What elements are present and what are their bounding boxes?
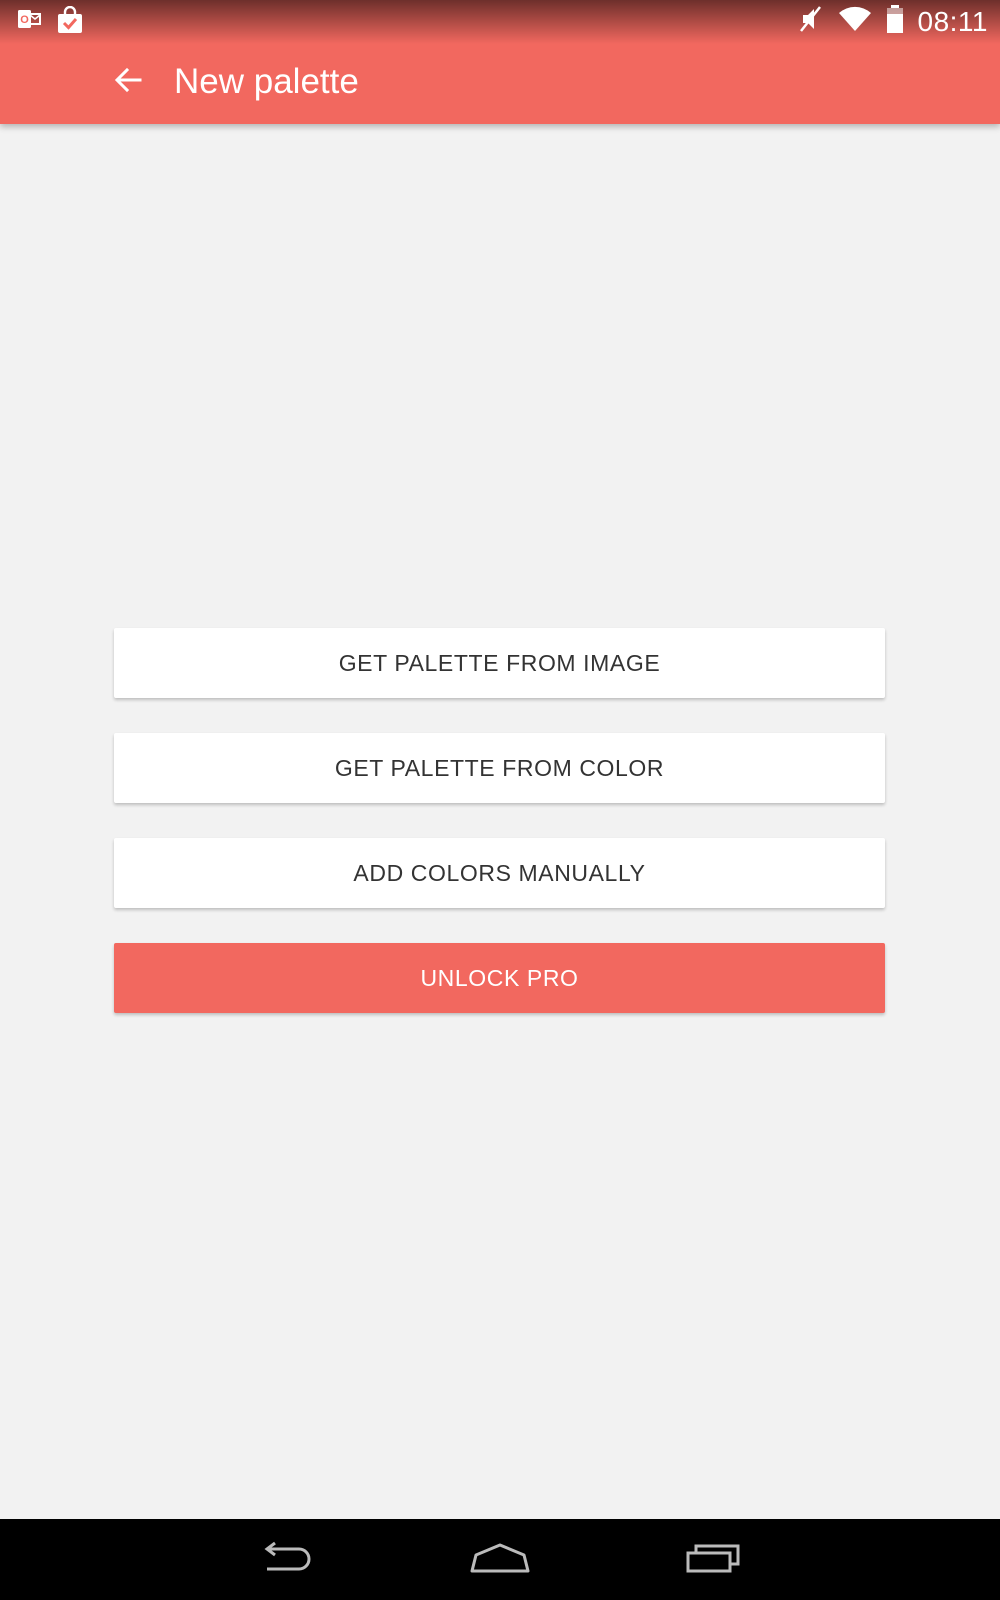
page-title: New palette bbox=[174, 62, 359, 101]
home-nav-icon bbox=[468, 1541, 532, 1580]
back-nav-icon bbox=[255, 1541, 317, 1580]
arrow-back-icon bbox=[112, 64, 144, 101]
get-palette-from-color-button[interactable]: GET PALETTE FROM COLOR bbox=[114, 733, 885, 803]
add-colors-manually-button[interactable]: ADD COLORS MANUALLY bbox=[114, 838, 885, 908]
status-bar: O 08:11 bbox=[0, 0, 1000, 42]
navigation-bar bbox=[0, 1519, 1000, 1600]
nav-back-button[interactable] bbox=[246, 1537, 326, 1583]
get-palette-from-image-button[interactable]: GET PALETTE FROM IMAGE bbox=[114, 628, 885, 698]
wifi-icon bbox=[838, 5, 872, 38]
nav-home-button[interactable] bbox=[460, 1537, 540, 1583]
shopping-bag-check-icon bbox=[56, 5, 84, 39]
mute-icon bbox=[798, 4, 824, 39]
outlook-icon: O bbox=[16, 6, 42, 39]
action-buttons: GET PALETTE FROM IMAGE GET PALETTE FROM … bbox=[114, 628, 885, 1048]
svg-text:O: O bbox=[20, 14, 29, 26]
unlock-pro-button[interactable]: UNLOCK PRO bbox=[114, 943, 885, 1013]
nav-recents-button[interactable] bbox=[674, 1537, 754, 1583]
status-time: 08:11 bbox=[917, 5, 988, 37]
recents-nav-icon bbox=[684, 1541, 744, 1580]
status-system: 08:11 bbox=[798, 4, 989, 39]
status-notifications: O bbox=[16, 5, 84, 39]
screen: O 08:11 New palette GET PALETTE FROM IMA… bbox=[0, 0, 1000, 1600]
battery-icon bbox=[886, 4, 904, 39]
app-bar: O 08:11 New palette bbox=[0, 0, 1000, 124]
back-button[interactable] bbox=[104, 58, 152, 106]
